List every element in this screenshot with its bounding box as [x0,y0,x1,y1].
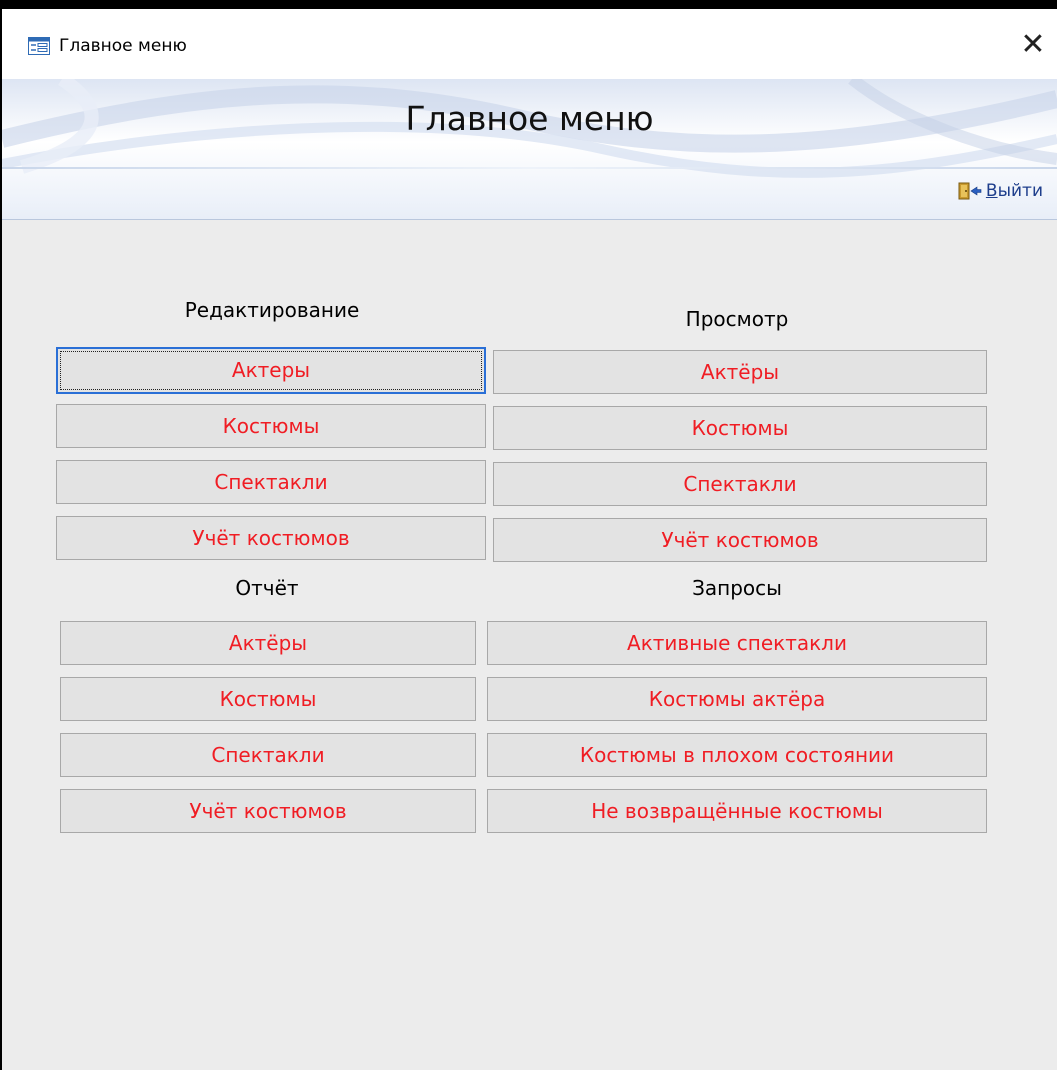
report-costume-accounting-button[interactable]: Учёт костюмов [60,789,476,833]
query-unreturned-costumes-button[interactable]: Не возвращённые костюмы [487,789,987,833]
query-active-performances-button[interactable]: Активные спектакли [487,621,987,665]
section-label-view: Просмотр [685,307,789,331]
edit-actors-button[interactable]: Актеры [56,347,486,394]
form-header-title: Главное меню [405,99,654,138]
exit-label: Выйти [985,181,1043,201]
form-icon [28,37,50,55]
exit-door-icon [958,182,982,200]
exit-link[interactable]: Выйти [958,179,1043,203]
view-actors-button[interactable]: Актёры [493,350,987,394]
screen-top-strip [0,0,1057,9]
edit-costumes-button[interactable]: Костюмы [56,404,486,448]
edit-performances-button[interactable]: Спектакли [56,460,486,504]
query-actor-costumes-button[interactable]: Костюмы актёра [487,677,987,721]
close-icon[interactable]: ✕ [1015,27,1051,63]
view-costume-accounting-button[interactable]: Учёт костюмов [493,518,987,562]
section-label-queries: Запросы [692,576,782,600]
query-bad-condition-costumes-button[interactable]: Костюмы в плохом состоянии [487,733,987,777]
report-costumes-button[interactable]: Костюмы [60,677,476,721]
view-performances-button[interactable]: Спектакли [493,462,987,506]
header-divider [2,167,1057,169]
section-label-edit: Редактирование [184,298,360,322]
report-actors-button[interactable]: Актёры [60,621,476,665]
window-title: Главное меню [59,36,187,56]
view-costumes-button[interactable]: Костюмы [493,406,987,450]
report-performances-button[interactable]: Спектакли [60,733,476,777]
title-bar: Главное меню ✕ [2,9,1057,79]
edit-costume-accounting-button[interactable]: Учёт костюмов [56,516,486,560]
section-label-report: Отчёт [235,576,299,600]
form-window: Главное меню ✕ Главное меню Выйти Редакт… [0,9,1057,1070]
form-header: Главное меню Выйти [2,79,1057,220]
